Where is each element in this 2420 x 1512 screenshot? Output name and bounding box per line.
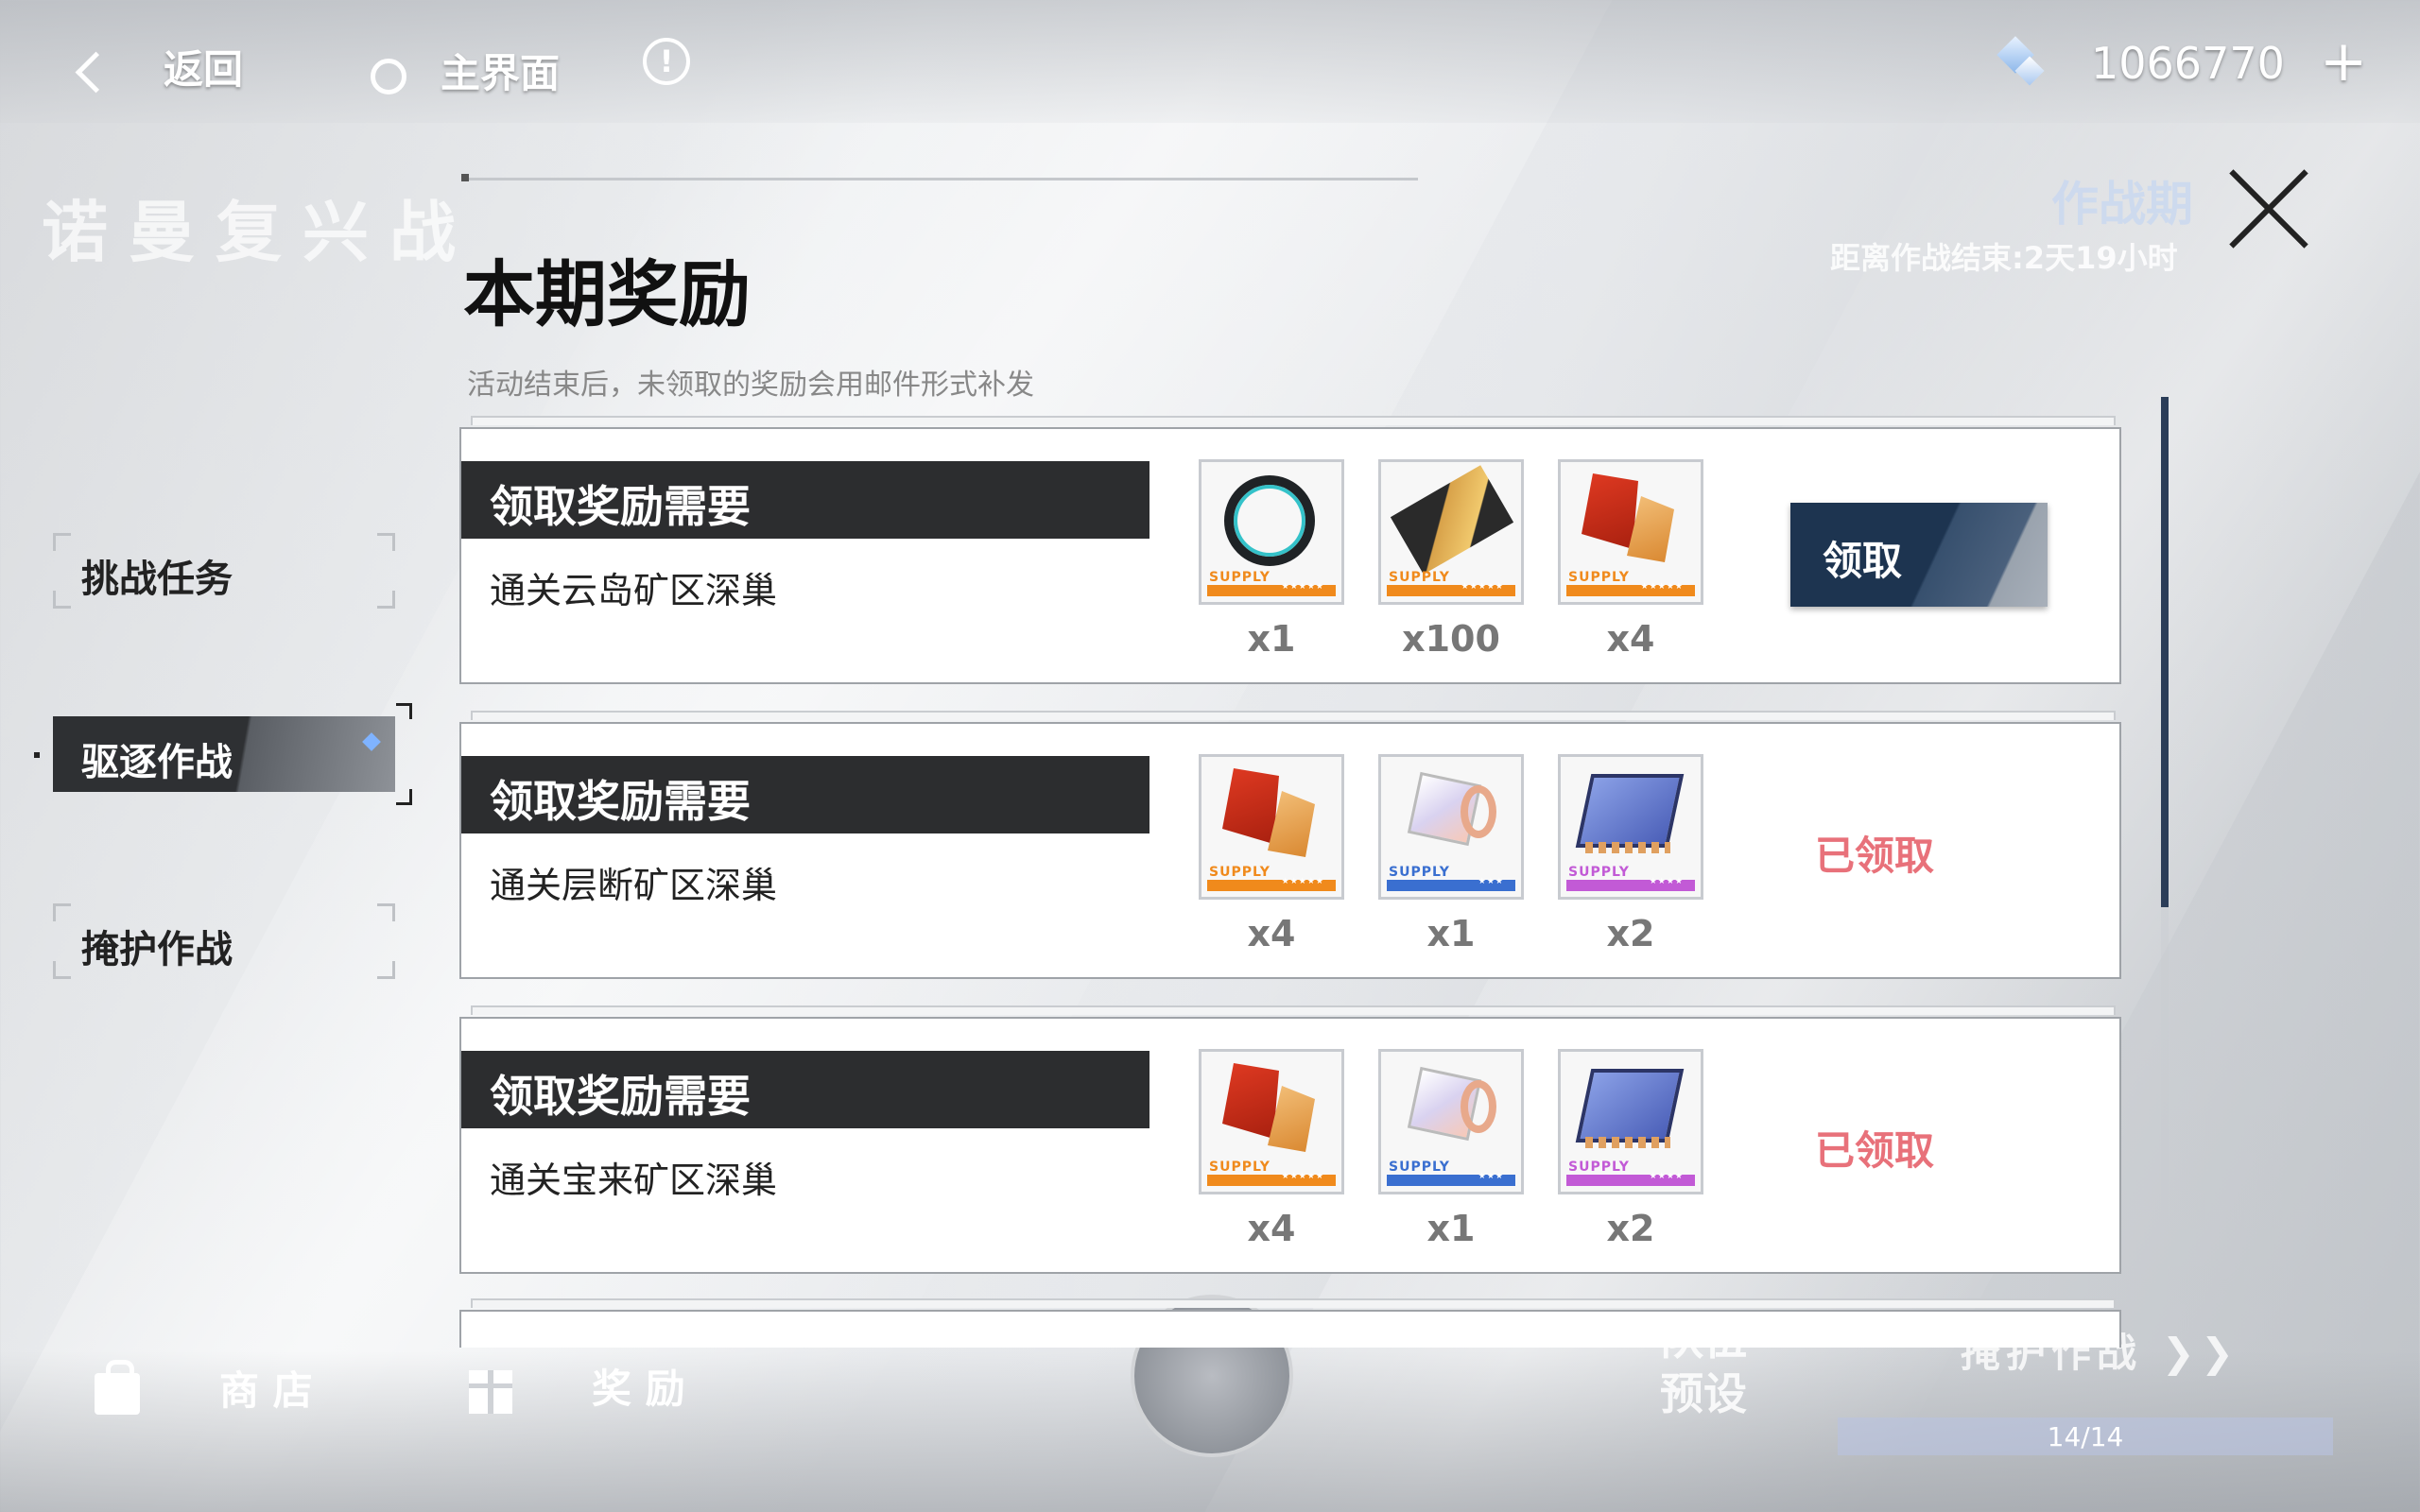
dispatch-progress-bar: 14/14	[1838, 1418, 2333, 1455]
reward-qty: x4	[1247, 1208, 1296, 1249]
reward-item-crystal-cube[interactable]: SUPPLY ★★★	[1378, 754, 1524, 900]
reward-row: 领取奖励需要 通关宝来矿区深巢 SUPPLY ★★★★★ SUPPLY ★★★ …	[459, 1005, 2121, 1274]
gift-icon	[469, 1369, 512, 1414]
chevron-left-icon	[75, 51, 117, 94]
panel-title: 本期奖励	[463, 252, 751, 336]
reward-qty: x1	[1426, 913, 1476, 954]
reward-qty: x2	[1606, 913, 1655, 954]
reward-button[interactable]: 奖 励	[469, 1357, 685, 1415]
tab-label: 挑战任务	[81, 558, 233, 601]
double-chevron-icon: ❯❯	[2142, 1330, 2240, 1376]
shop-label: 商 店	[219, 1367, 313, 1414]
reward-item-red-crystal[interactable]: SUPPLY ★★★★★	[1199, 1049, 1344, 1194]
tab-label: 掩护作战	[81, 928, 233, 971]
reward-qty: x1	[1247, 618, 1296, 660]
reward-row: 领取奖励需要 通关云岛矿区深巢 SUPPLY ★★★★★ SUPPLY ★★★★…	[459, 416, 2121, 684]
top-bar	[0, 0, 2420, 123]
back-button[interactable]: 返回	[75, 38, 244, 95]
reward-item-gold-card[interactable]: SUPPLY ★★★★★	[1378, 459, 1524, 605]
period-label: 作战期	[2051, 177, 2193, 232]
reward-item-ring[interactable]: SUPPLY ★★★★★	[1199, 459, 1344, 605]
reward-row-header: 领取奖励需要	[461, 756, 1150, 833]
shopping-bag-icon	[95, 1359, 140, 1415]
reward-row: 领取奖励需要 通关层断矿区深巢 SUPPLY ★★★★★ SUPPLY ★★★ …	[459, 711, 2121, 979]
red-crystal-icon	[1222, 768, 1279, 844]
claimed-status: 已领取	[1815, 1127, 1935, 1174]
reward-row-header: 领取奖励需要	[461, 461, 1150, 539]
currency-value: 1066770	[2091, 38, 2285, 89]
add-currency-button[interactable]: +	[2320, 28, 2367, 94]
reward-item-red-crystal[interactable]: SUPPLY ★★★★★	[1558, 459, 1703, 605]
reward-item-crystal-cube[interactable]: SUPPLY ★★★	[1378, 1049, 1524, 1194]
reward-qty: x4	[1606, 618, 1655, 660]
red-crystal-icon	[1582, 473, 1638, 549]
home-label: 主界面	[441, 50, 561, 96]
panel-subtitle: 活动结束后，未领取的奖励会用邮件形式补发	[467, 369, 1034, 402]
scrollbar-thumb[interactable]	[2161, 397, 2169, 907]
dispatch-progress: 14/14	[2047, 1421, 2124, 1452]
chip-icon	[1575, 774, 1685, 848]
tab-challenge-tasks[interactable]: 挑战任务	[53, 533, 395, 609]
reward-qty: x2	[1606, 1208, 1655, 1249]
reward-label: 奖 励	[592, 1366, 685, 1412]
crystal-currency-icon	[1993, 36, 2048, 91]
reward-qty: x4	[1247, 913, 1296, 954]
tab-expel-operation[interactable]: 驱逐作战	[53, 703, 412, 805]
reward-requirement: 通关层断矿区深巢	[490, 865, 778, 906]
period-remaining: 距离作战结束:2天19小时	[1830, 240, 2178, 276]
reward-qty: x1	[1426, 1208, 1476, 1249]
reward-row-partial	[459, 1298, 2121, 1348]
team-preset-label-2: 预设	[1660, 1368, 1747, 1419]
home-button[interactable]: 主界面	[371, 42, 560, 99]
tab-label: 驱逐作战	[81, 741, 233, 784]
claim-button[interactable]: 领取	[1790, 503, 2048, 607]
diamond-icon	[362, 732, 381, 751]
reward-row-header: 领取奖励需要	[461, 1051, 1150, 1128]
close-icon[interactable]	[2225, 166, 2312, 253]
reward-requirement: 通关云岛矿区深巢	[490, 570, 778, 611]
reward-item-chip[interactable]: SUPPLY ★★★★	[1558, 1049, 1703, 1194]
ring-icon	[1224, 475, 1315, 566]
gold-card-icon	[1390, 465, 1514, 575]
reward-qty: x100	[1402, 618, 1500, 660]
tab-cover-operation[interactable]: 掩护作战	[53, 903, 395, 979]
event-title: 诺曼复兴战	[42, 194, 476, 271]
shop-button[interactable]: 商 店	[95, 1359, 313, 1417]
info-icon[interactable]: !	[643, 38, 690, 85]
reward-item-chip[interactable]: SUPPLY ★★★★	[1558, 754, 1703, 900]
reward-requirement: 通关宝来矿区深巢	[490, 1160, 778, 1201]
panel-top-marker	[461, 174, 469, 181]
chip-icon	[1575, 1069, 1685, 1143]
home-circle-icon	[371, 58, 406, 94]
active-tab-marker	[34, 752, 40, 758]
back-label: 返回	[164, 46, 244, 93]
claimed-status: 已领取	[1815, 833, 1935, 879]
panel-top-line	[463, 178, 1418, 180]
reward-item-red-crystal[interactable]: SUPPLY ★★★★★	[1199, 754, 1344, 900]
red-crystal-icon	[1222, 1063, 1279, 1139]
